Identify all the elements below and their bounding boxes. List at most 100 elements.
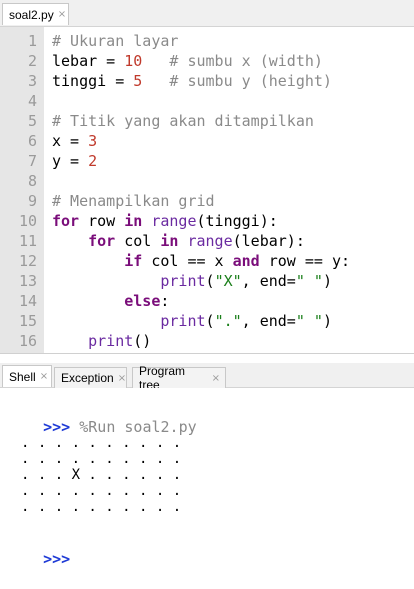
editor-tabbar: soal2.py × <box>0 0 414 27</box>
number-literal: 3 <box>88 132 98 150</box>
editor-tab-soal2[interactable]: soal2.py × <box>2 3 69 25</box>
panel-tabbar: Shell × Exception × Program tree × <box>0 363 414 392</box>
shell-input-line[interactable]: >>> <box>7 529 414 568</box>
code-line: print("X", end=" ") <box>52 271 414 291</box>
comment: # sumbu y (height) <box>142 72 332 90</box>
line-number: 1 <box>27 32 37 50</box>
builtin: print <box>160 272 206 290</box>
line-number: 7 <box>27 152 37 170</box>
code-line: else: <box>52 291 414 311</box>
code-text: : <box>160 292 170 310</box>
keyword: else <box>124 292 161 310</box>
code-area[interactable]: # Ukuran layar lebar = 10 # sumbu x (wid… <box>44 27 414 353</box>
shell-prompt: >>> <box>43 418 71 436</box>
number-literal: 10 <box>124 52 143 70</box>
operator: = <box>61 152 89 170</box>
line-number-gutter: 1 2 3 4 5 6 7 8 9 10 11 12 13 14 15 16 <box>0 27 44 353</box>
tab-program-tree[interactable]: Program tree × <box>132 364 226 392</box>
shell-output-line: . . . . . . . . . . <box>21 483 182 499</box>
identifier: y <box>52 152 62 170</box>
line-number: 5 <box>27 112 37 130</box>
keyword: if <box>124 252 143 270</box>
comment: # sumbu x (width) <box>142 52 323 70</box>
code-line: tinggi = 5 # sumbu y (height) <box>52 71 414 91</box>
line-number: 4 <box>27 92 37 110</box>
line-number: 2 <box>27 52 37 70</box>
run-command: %Run soal2.py <box>70 418 197 436</box>
shell-command-line: >>> %Run soal2.py <box>7 397 414 436</box>
code-line: y = 2 <box>52 151 414 171</box>
comment: # Ukuran layar <box>52 32 179 50</box>
code-line: if col == x and row == y: <box>52 251 414 271</box>
line-number: 11 <box>18 232 37 250</box>
code-text: ) <box>322 312 332 330</box>
close-icon[interactable]: × <box>118 373 126 384</box>
code-line: for row in range(tinggi): <box>52 211 414 231</box>
keyword: for <box>88 232 116 250</box>
shell-output-line: . . . . . . . . . . <box>21 435 182 451</box>
tab-exception[interactable]: Exception × <box>54 367 127 388</box>
tab-shell[interactable]: Shell × <box>2 365 52 387</box>
code-text: ) <box>322 272 332 290</box>
shell-console[interactable]: >>> %Run soal2.py . . . . . . . . . . . … <box>0 388 414 568</box>
identifier: x <box>52 132 62 150</box>
builtin: range <box>187 232 233 250</box>
keyword: in <box>160 232 179 250</box>
code-line: # Ukuran layar <box>52 31 414 51</box>
shell-output-line: . . . . . . . . . . <box>21 451 182 467</box>
string-literal: "X" <box>214 272 242 290</box>
close-icon[interactable]: × <box>58 9 66 20</box>
builtin: print <box>88 332 134 350</box>
identifier: tinggi <box>52 72 107 90</box>
keyword: and <box>232 252 260 270</box>
identifier: lebar <box>52 52 98 70</box>
keyword: in <box>124 212 143 230</box>
code-line: # Menampilkan grid <box>52 191 414 211</box>
code-text: () <box>133 332 152 350</box>
operator: = <box>61 132 89 150</box>
line-number: 15 <box>18 312 37 330</box>
tab-shell-label: Shell <box>9 369 36 384</box>
code-line: print(".", end=" ") <box>52 311 414 331</box>
line-number: 6 <box>27 132 37 150</box>
close-icon[interactable]: × <box>212 373 220 384</box>
keyword: for <box>52 212 80 230</box>
code-text: col == x <box>142 252 233 270</box>
comment: # Titik yang akan ditampilkan <box>52 112 314 130</box>
operator: = <box>106 72 134 90</box>
line-number: 3 <box>27 72 37 90</box>
code-line: lebar = 10 # sumbu x (width) <box>52 51 414 71</box>
tab-exception-label: Exception <box>61 371 114 385</box>
code-text: (tinggi): <box>196 212 278 230</box>
code-text: , end= <box>241 312 296 330</box>
shell-output-line: . . . X . . . . . . <box>21 467 182 483</box>
code-text: (lebar): <box>232 232 305 250</box>
code-line: # Titik yang akan ditampilkan <box>52 111 414 131</box>
number-literal: 5 <box>133 72 143 90</box>
code-line: for col in range(lebar): <box>52 231 414 251</box>
line-number: 8 <box>27 172 37 190</box>
code-editor[interactable]: 1 2 3 4 5 6 7 8 9 10 11 12 13 14 15 16 #… <box>0 27 414 354</box>
close-icon[interactable]: × <box>40 371 48 382</box>
code-line: print() <box>52 331 414 351</box>
comment: # Menampilkan grid <box>52 192 215 210</box>
shell-prompt: >>> <box>43 550 71 568</box>
line-number: 10 <box>18 212 37 230</box>
string-literal: " " <box>295 312 323 330</box>
builtin: range <box>151 212 197 230</box>
code-line: x = 3 <box>52 131 414 151</box>
line-number: 12 <box>18 252 37 270</box>
code-text: row <box>79 212 125 230</box>
line-number: 13 <box>18 272 37 290</box>
line-number: 14 <box>18 292 37 310</box>
code-text: row == y: <box>259 252 351 270</box>
editor-tab-label: soal2.py <box>9 7 54 22</box>
string-literal: "." <box>214 312 242 330</box>
